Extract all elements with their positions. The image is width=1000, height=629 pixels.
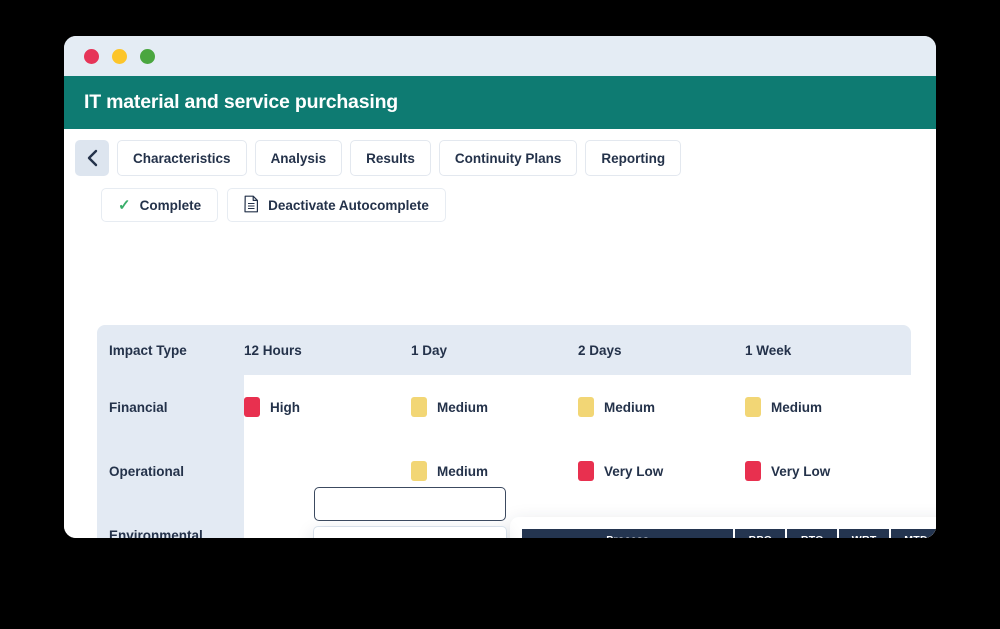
severity-label: Very Low: [604, 463, 664, 479]
deactivate-autocomplete-button[interactable]: Deactivate Autocomplete: [227, 188, 446, 222]
severity-swatch-yellow: [411, 397, 427, 417]
severity-label: Medium: [604, 399, 656, 415]
severity-select-input[interactable]: [314, 487, 506, 521]
severity-label: Very Low: [771, 463, 831, 479]
severity-swatch-red: [244, 397, 260, 417]
matrix-row-financial: Financial High Medium Medium Medium: [97, 375, 911, 439]
tab-characteristics[interactable]: Characteristics: [117, 140, 247, 176]
matrix-cell-financial-12h[interactable]: High: [244, 397, 411, 417]
browser-window: IT material and service purchasing Chara…: [64, 36, 936, 538]
severity-dropdown-menu: High Medium Low: [314, 527, 506, 538]
bpo-col-header: BPO: [735, 529, 786, 538]
matrix-header-1-day: 1 Day: [411, 342, 448, 358]
severity-label: Medium: [437, 463, 489, 479]
autocomplete-label: Deactivate Autocomplete: [268, 197, 429, 213]
severity-swatch-red: [745, 461, 761, 481]
severity-swatch-yellow: [411, 461, 427, 481]
window-close-dot[interactable]: [84, 48, 99, 64]
tab-label: Reporting: [601, 150, 666, 166]
severity-swatch-red: [578, 461, 594, 481]
matrix-header-row: Impact Type 12 Hours 1 Day 2 Days 1 Week: [97, 325, 911, 375]
tab-reporting[interactable]: Reporting: [585, 140, 682, 176]
matrix-cell-operational-2d[interactable]: Very Low: [578, 461, 745, 481]
severity-swatch-yellow: [578, 397, 594, 417]
process-table: Process BPO RTO WRT MTD BIA Airport supp…: [520, 527, 936, 538]
matrix-header-12-hours: 12 Hours: [244, 342, 302, 358]
page-body: Characteristics Analysis Results Continu…: [64, 129, 936, 538]
screenshot-stage: IT material and service purchasing Chara…: [0, 0, 1000, 629]
tab-analysis[interactable]: Analysis: [254, 140, 343, 176]
severity-swatch-yellow: [745, 397, 761, 417]
window-maximize-dot[interactable]: [140, 48, 155, 64]
matrix-header-1-week: 1 Week: [745, 342, 792, 358]
severity-label: High: [270, 399, 300, 415]
app-header: IT material and service purchasing: [64, 76, 936, 129]
tab-results[interactable]: Results: [350, 140, 431, 176]
complete-button[interactable]: ✓ Complete: [101, 188, 219, 222]
matrix-cell-financial-1w[interactable]: Medium: [745, 397, 912, 417]
tab-continuity-plans[interactable]: Continuity Plans: [438, 140, 578, 176]
check-icon: ✓: [118, 196, 131, 214]
dropdown-option-high[interactable]: High: [314, 535, 506, 538]
tab-bar: Characteristics Analysis Results Continu…: [64, 129, 936, 176]
matrix-cell-financial-2d[interactable]: Medium: [578, 397, 745, 417]
matrix-cell-operational-1d[interactable]: Medium: [411, 461, 578, 481]
back-button[interactable]: [75, 140, 109, 176]
document-icon: [244, 195, 259, 216]
wrt-col-header: WRT: [839, 529, 890, 538]
process-col-header: Process: [522, 529, 734, 538]
tab-label: Characteristics: [133, 150, 231, 166]
mtd-col-header: MTD: [891, 529, 936, 538]
complete-label: Complete: [139, 197, 202, 213]
page-title: IT material and service purchasing: [84, 91, 398, 113]
tab-label: Results: [366, 150, 415, 166]
tab-label: Continuity Plans: [454, 150, 562, 166]
action-bar: ✓ Complete Deactivate Autocomplete: [64, 176, 936, 222]
process-table-panel: Process BPO RTO WRT MTD BIA Airport supp…: [510, 517, 936, 538]
process-table-header-row: Process BPO RTO WRT MTD BIA: [522, 529, 936, 538]
matrix-header-impact-type: Impact Type: [109, 342, 187, 358]
matrix-header-2-days: 2 Days: [578, 342, 622, 358]
matrix-row-label: Financial: [97, 375, 244, 439]
matrix-cell-financial-1d[interactable]: Medium: [411, 397, 578, 417]
matrix-row-label: Environmental: [97, 503, 244, 538]
rto-col-header: RTO: [787, 529, 838, 538]
tab-label: Analysis: [270, 150, 327, 166]
severity-label: Medium: [437, 399, 489, 415]
matrix-cell-operational-1w[interactable]: Very Low: [745, 461, 912, 481]
severity-label: Medium: [771, 399, 823, 415]
matrix-row-label: Operational: [97, 439, 244, 503]
window-minimize-dot[interactable]: [112, 48, 127, 64]
chevron-left-icon: [86, 149, 99, 167]
window-titlebar: [64, 36, 936, 76]
